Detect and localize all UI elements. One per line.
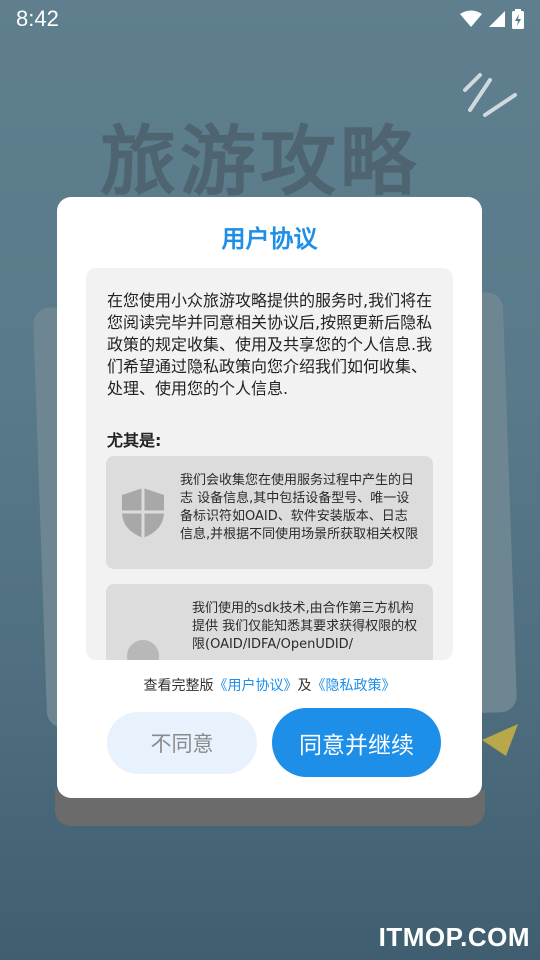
status-icons (460, 9, 524, 29)
status-bar: 8:42 (0, 0, 540, 38)
sdk-icon (127, 640, 159, 660)
info-card-sdk: 我们使用的sdk技术,由合作第三方机构提供 我们仅能知悉其要求获得权限的权限(O… (106, 584, 433, 660)
wifi-icon (460, 10, 482, 27)
sub-heading: 尤其是: (107, 431, 162, 450)
agree-continue-button[interactable]: 同意并继续 (272, 708, 441, 777)
sparkle-decoration-icon (463, 73, 517, 117)
user-agreement-dialog: 用户协议 在您使用小众旅游攻略提供的服务时,我们将在您阅读完毕并同意相关协议后,… (57, 197, 482, 798)
watermark: ITMOP.COM (378, 922, 530, 952)
paper-plane-decoration-icon (482, 724, 518, 756)
privacy-policy-link[interactable]: 《隐私政策》 (312, 678, 396, 694)
info-card-device-info: 我们会收集您在使用服务过程中产生的日志 设备信息,其中包括设备型号、唯一设备标识… (106, 456, 433, 569)
background-title: 旅游攻略 (100, 117, 420, 206)
links-prefix: 查看完整版 (143, 678, 214, 694)
intro-text: 在您使用小众旅游攻略提供的服务时,我们将在您阅读完毕并同意相关协议后,按照更新后… (107, 291, 433, 398)
status-time: 8:42 (16, 6, 59, 31)
agreement-scroll-area[interactable]: 在您使用小众旅游攻略提供的服务时,我们将在您阅读完毕并同意相关协议后,按照更新后… (86, 268, 453, 660)
disagree-button[interactable]: 不同意 (107, 712, 257, 774)
signal-icon (489, 11, 505, 27)
info-card-text: 我们使用的sdk技术,由合作第三方机构提供 我们仅能知悉其要求获得权限的权限(O… (192, 601, 418, 652)
shield-icon (122, 488, 164, 538)
agreement-links: 查看完整版《用户协议》及《隐私政策》 (57, 675, 482, 695)
battery-icon (512, 9, 524, 29)
info-card-text: 我们会收集您在使用服务过程中产生的日志 设备信息,其中包括设备型号、唯一设备标识… (180, 473, 419, 542)
links-and: 及 (297, 678, 312, 694)
dialog-title: 用户协议 (221, 225, 318, 253)
user-agreement-link[interactable]: 《用户协议》 (214, 678, 298, 694)
